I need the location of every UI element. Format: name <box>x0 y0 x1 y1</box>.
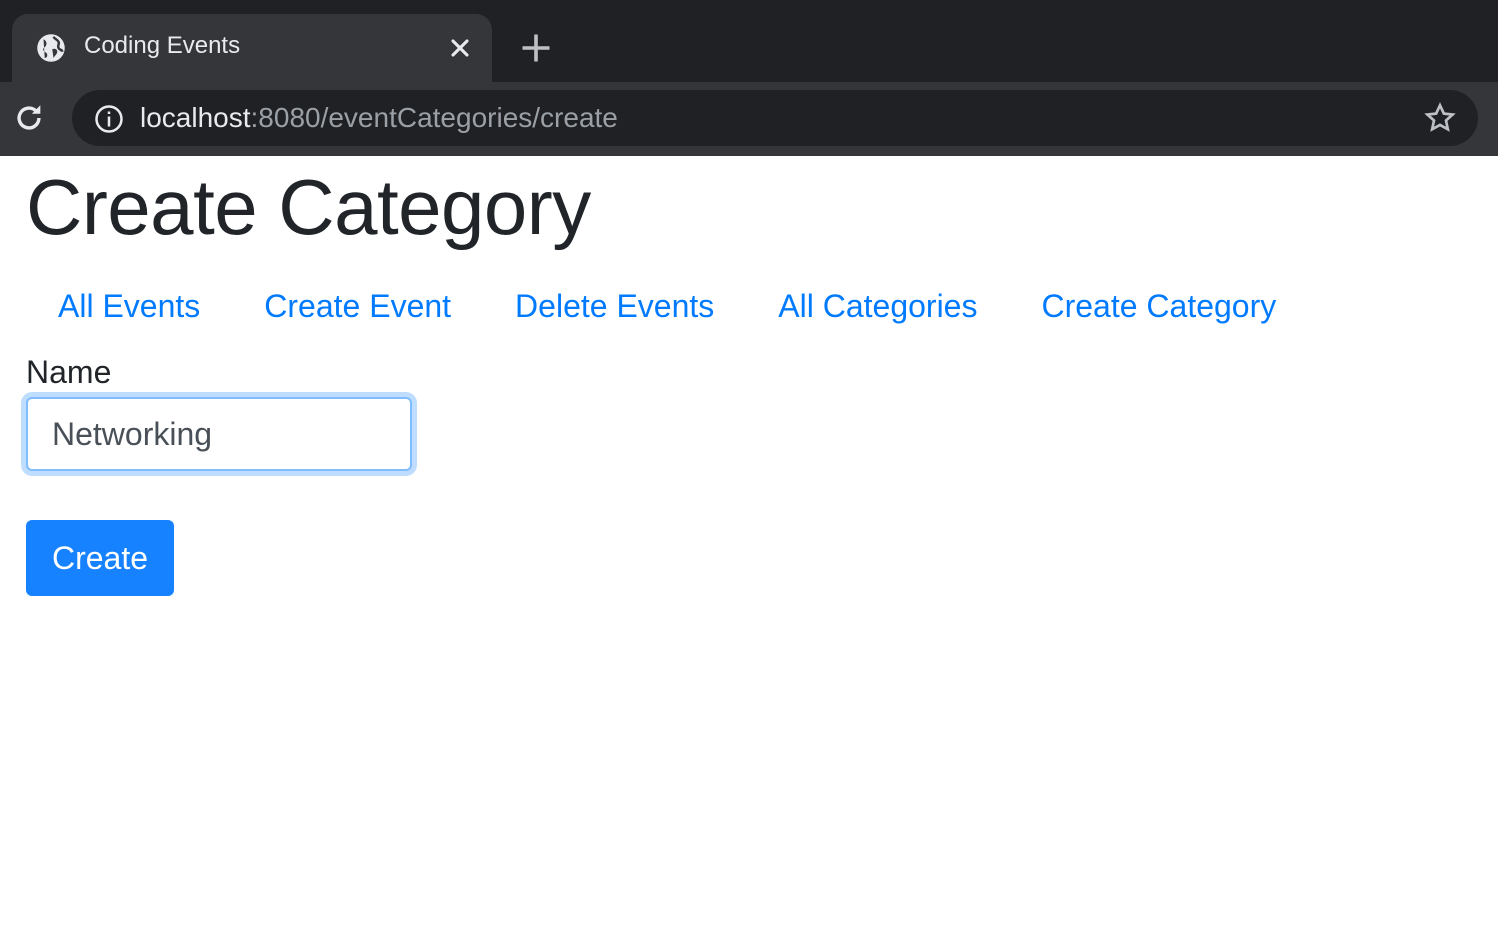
globe-icon <box>37 34 65 62</box>
nav-all-categories[interactable]: All Categories <box>746 288 1009 325</box>
nav-delete-events[interactable]: Delete Events <box>483 288 746 325</box>
star-icon[interactable] <box>1424 102 1456 134</box>
page-title: Create Category <box>26 163 591 251</box>
plus-icon[interactable] <box>518 30 554 66</box>
main-nav: All Events Create Event Delete Events Al… <box>26 288 1308 325</box>
reload-icon[interactable] <box>12 101 46 135</box>
url-host: localhost <box>140 102 251 133</box>
info-icon[interactable] <box>94 104 124 134</box>
address-bar[interactable]: localhost:8080/eventCategories/create <box>72 90 1478 146</box>
nav-create-category[interactable]: Create Category <box>1009 288 1308 325</box>
browser-tabstrip: Coding Events <box>0 0 1498 82</box>
url-path: :8080/eventCategories/create <box>250 102 618 133</box>
url-text[interactable]: localhost:8080/eventCategories/create <box>140 102 618 134</box>
name-label: Name <box>26 354 112 390</box>
browser-toolbar: localhost:8080/eventCategories/create <box>0 82 1498 156</box>
tab-title: Coding Events <box>84 32 241 59</box>
browser-tab[interactable]: Coding Events <box>12 14 492 82</box>
create-button[interactable]: Create <box>26 520 174 596</box>
name-input[interactable] <box>26 397 412 471</box>
nav-all-events[interactable]: All Events <box>26 288 232 325</box>
close-icon[interactable] <box>446 34 474 62</box>
nav-create-event[interactable]: Create Event <box>232 288 483 325</box>
